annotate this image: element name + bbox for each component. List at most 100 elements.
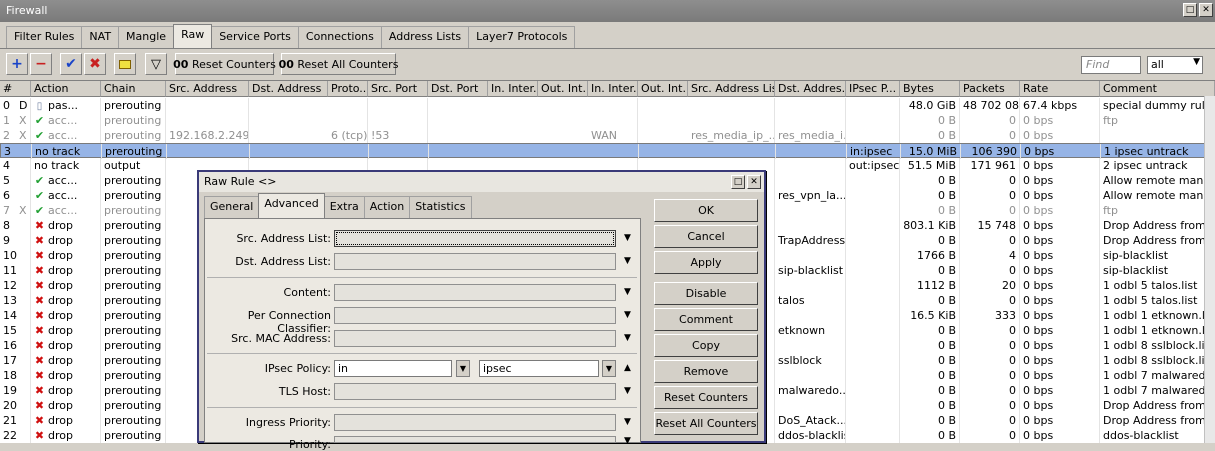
column-header[interactable]: IPsec P... bbox=[846, 81, 900, 97]
column-header[interactable]: Src. Port bbox=[368, 81, 428, 97]
maximize-icon[interactable]: □ bbox=[1183, 3, 1197, 17]
tab-nat[interactable]: NAT bbox=[81, 26, 120, 48]
column-header[interactable]: Rate bbox=[1020, 81, 1100, 97]
remove-button[interactable]: − bbox=[30, 53, 52, 75]
column-header[interactable]: Src. Address List bbox=[688, 81, 775, 97]
content-label: Content: bbox=[283, 286, 331, 299]
dialog-tab-general[interactable]: General bbox=[204, 196, 260, 218]
column-header[interactable]: Dst. Address bbox=[249, 81, 328, 97]
dst-address-list-label: Dst. Address List: bbox=[235, 255, 331, 268]
tab-filter-rules[interactable]: Filter Rules bbox=[6, 26, 83, 48]
apply-button[interactable]: Apply bbox=[654, 251, 758, 274]
column-header[interactable]: Action bbox=[31, 81, 101, 97]
column-header[interactable]: Out. Int... bbox=[538, 81, 588, 97]
tab-raw[interactable]: Raw bbox=[173, 24, 213, 48]
dst-address-list-field[interactable] bbox=[334, 253, 616, 270]
column-header[interactable]: In. Inter... bbox=[488, 81, 538, 97]
dialog-close-icon[interactable]: ✕ bbox=[747, 175, 761, 189]
column-header[interactable]: Out. Int... bbox=[638, 81, 688, 97]
per-connection-classifier-dropdown-icon[interactable]: ▼ bbox=[624, 310, 631, 320]
tab-mangle[interactable]: Mangle bbox=[118, 26, 175, 48]
disable-rule-button[interactable]: Disable bbox=[654, 282, 758, 305]
dialog-tab-advanced[interactable]: Advanced bbox=[258, 193, 325, 218]
column-header[interactable]: In. Inter... bbox=[588, 81, 638, 97]
enable-button[interactable]: ✔ bbox=[60, 53, 82, 75]
reset-counters-button[interactable]: 00 Reset Counters bbox=[173, 53, 276, 75]
cell-text: drop bbox=[48, 399, 73, 412]
column-header[interactable]: Dst. Port bbox=[428, 81, 488, 97]
filter-button[interactable]: ▽ bbox=[145, 53, 167, 75]
ipsec-type-dropdown-icon[interactable]: ▼ bbox=[602, 360, 616, 377]
column-header[interactable]: Dst. Addres... bbox=[775, 81, 846, 97]
cell-bytes: 0 B bbox=[900, 413, 960, 428]
ingress-priority-dropdown-icon[interactable]: ▼ bbox=[624, 417, 631, 427]
ok-button[interactable]: OK bbox=[654, 199, 758, 222]
cell-dstlist: ddos-blacklist bbox=[775, 428, 846, 443]
cell-bytes: 0 B bbox=[900, 338, 960, 353]
comment-rule-button[interactable]: Comment bbox=[654, 308, 758, 331]
disable-button[interactable]: ✖ bbox=[84, 53, 106, 75]
copy-button[interactable]: Copy bbox=[654, 334, 758, 357]
dst-address-list-dropdown-icon[interactable]: ▼ bbox=[624, 256, 631, 266]
content-field[interactable] bbox=[334, 284, 616, 301]
dialog-reset-all-counters-button[interactable]: Reset All Counters bbox=[654, 412, 758, 435]
cancel-button[interactable]: Cancel bbox=[654, 225, 758, 248]
dialog-tab-extra[interactable]: Extra bbox=[323, 196, 365, 218]
per-connection-classifier-field[interactable] bbox=[334, 307, 616, 324]
separator bbox=[207, 407, 637, 408]
priority-field[interactable] bbox=[334, 436, 616, 443]
cell-text: output bbox=[104, 159, 141, 172]
column-header[interactable]: Packets bbox=[960, 81, 1020, 97]
ipsec-direction-dropdown-icon[interactable]: ▼ bbox=[456, 360, 470, 377]
ipsec-type-select[interactable]: ipsec bbox=[479, 360, 599, 377]
cell-dstlist: malwaredo... bbox=[775, 383, 846, 398]
content-dropdown-icon[interactable]: ▼ bbox=[624, 287, 631, 297]
column-header[interactable]: Bytes bbox=[900, 81, 960, 97]
remove-rule-button[interactable]: Remove bbox=[654, 360, 758, 383]
table-row[interactable]: 0 D ▯ pas... prerouting 48.0 GiB 48 702 080 67.… bbox=[0, 98, 1215, 113]
dialog-tab-statistics[interactable]: Statistics bbox=[409, 196, 472, 218]
dialog-maximize-icon[interactable]: □ bbox=[731, 175, 745, 189]
cell-text: acc... bbox=[48, 114, 78, 127]
cell-text: DoS_Atack... bbox=[778, 414, 846, 427]
ipsec-policy-collapse-icon[interactable]: ▲ bbox=[624, 363, 631, 373]
cell-text: 0 B bbox=[937, 324, 956, 337]
comment-button[interactable] bbox=[114, 53, 136, 75]
column-header[interactable]: Comment bbox=[1100, 81, 1215, 97]
priority-dropdown-icon[interactable]: ▼ bbox=[624, 436, 631, 446]
cell-comment: 1 odbl 7 malwaredoma bbox=[1100, 368, 1215, 383]
table-row[interactable]: 3 no track prerouting in:ipsec 15.0 MiB 106 3… bbox=[0, 143, 1215, 159]
filter-select[interactable]: all ▼ bbox=[1147, 56, 1203, 74]
tab-address-lists[interactable]: Address Lists bbox=[380, 26, 470, 48]
table-row[interactable]: 2 X ✔ acc... prerouting 192.168.2.249 6 (tcp)!… bbox=[0, 128, 1215, 143]
tab-connections[interactable]: Connections bbox=[297, 26, 382, 48]
tls-host-field[interactable] bbox=[334, 383, 616, 400]
cell-action: ✖ drop bbox=[31, 248, 101, 263]
dialog-reset-counters-button[interactable]: Reset Counters bbox=[654, 386, 758, 409]
cell-ipsec bbox=[846, 293, 900, 308]
src-mac-address-field[interactable] bbox=[334, 330, 616, 347]
cell-srclist bbox=[688, 98, 775, 113]
add-button[interactable]: + bbox=[6, 53, 28, 75]
src-address-list-dropdown-icon[interactable]: ▼ bbox=[624, 233, 631, 243]
firewall-tabs: Filter Rules NAT Mangle Raw Service Port… bbox=[6, 24, 576, 48]
column-header[interactable]: Proto... bbox=[328, 81, 368, 97]
find-input[interactable]: Find bbox=[1081, 56, 1141, 74]
column-header[interactable]: # bbox=[0, 81, 31, 97]
dialog-tab-action[interactable]: Action bbox=[363, 196, 411, 218]
vertical-scrollbar[interactable] bbox=[1204, 96, 1215, 443]
src-mac-address-dropdown-icon[interactable]: ▼ bbox=[624, 333, 631, 343]
reset-all-counters-button[interactable]: 00 Reset All Counters bbox=[279, 53, 398, 75]
close-icon[interactable]: ✕ bbox=[1199, 3, 1213, 17]
tab-service-ports[interactable]: Service Ports bbox=[211, 26, 299, 48]
ingress-priority-field[interactable] bbox=[334, 414, 616, 431]
cell-comment: Allow remote managm bbox=[1100, 188, 1215, 203]
ipsec-direction-select[interactable]: in bbox=[334, 360, 452, 377]
cell-text: TrapAddress bbox=[778, 234, 846, 247]
tab-layer7-protocols[interactable]: Layer7 Protocols bbox=[468, 26, 576, 48]
tls-host-dropdown-icon[interactable]: ▼ bbox=[624, 386, 631, 396]
table-row[interactable]: 1 X ✔ acc... prerouting 0 B00 bps ftp bbox=[0, 113, 1215, 128]
column-header[interactable]: Chain bbox=[101, 81, 166, 97]
src-address-list-field[interactable] bbox=[334, 230, 616, 247]
column-header[interactable]: Src. Address bbox=[166, 81, 249, 97]
